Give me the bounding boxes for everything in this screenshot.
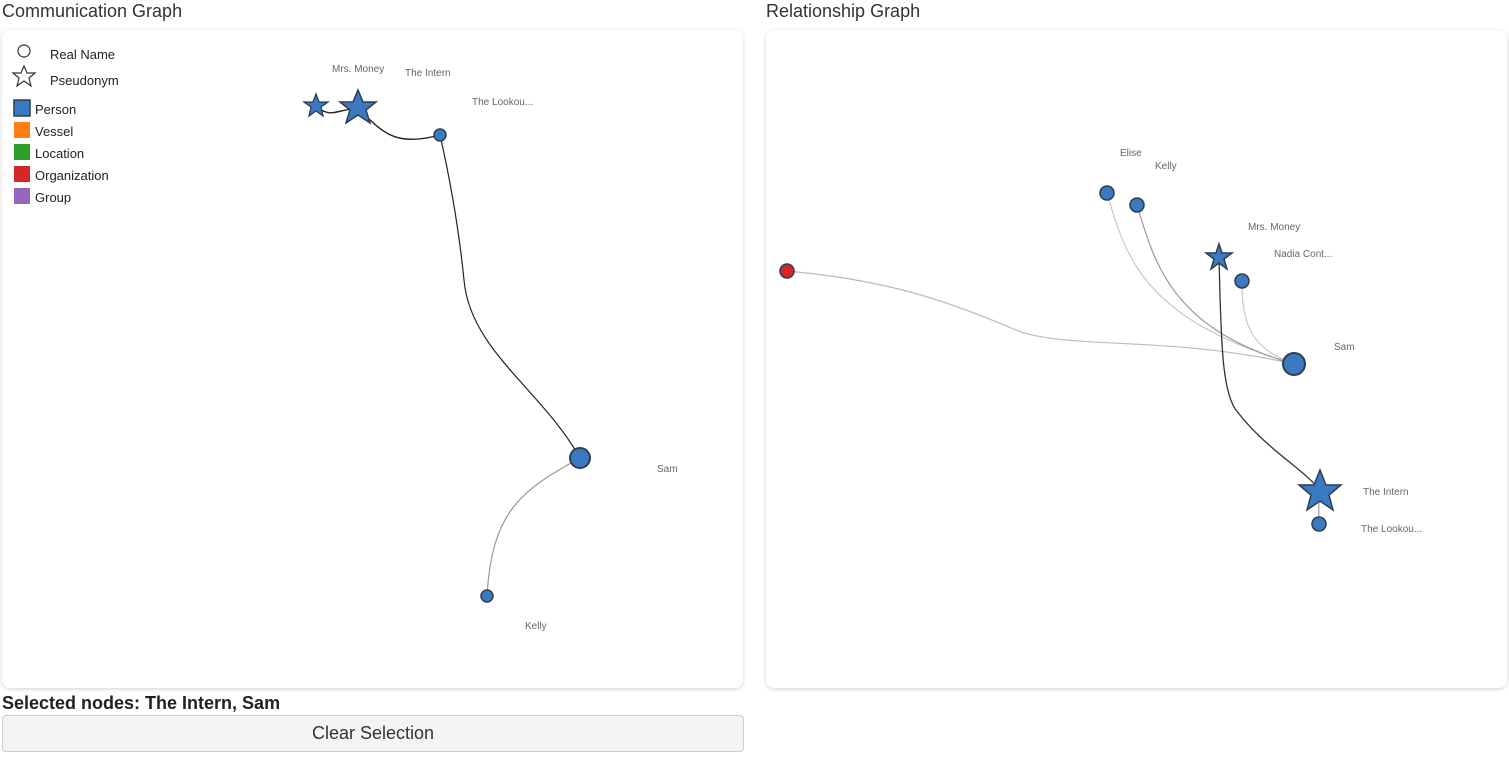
- node-organization[interactable]: [779, 263, 795, 279]
- group-swatch: [14, 188, 30, 204]
- node-mrs-money[interactable]: [301, 92, 331, 118]
- organization-swatch: [14, 166, 30, 182]
- label-kelly: Kelly: [1155, 161, 1177, 172]
- node-the-lookout[interactable]: [433, 128, 447, 142]
- person-swatch: [13, 99, 31, 117]
- edge-lookout-sam: [439, 134, 581, 459]
- legend-real-name: Real Name: [50, 47, 115, 62]
- edge-org-sam: [786, 270, 1295, 365]
- edge-elise-sam: [1106, 192, 1295, 365]
- communication-graph-panel[interactable]: Real Name Pseudonym Person Vessel Locati…: [2, 30, 743, 688]
- label-sam: Sam: [657, 464, 678, 475]
- node-nadia[interactable]: [1234, 273, 1250, 289]
- communication-graph-title: Communication Graph: [2, 1, 183, 21]
- relationship-graph-title: Relationship Graph: [766, 1, 921, 21]
- label-the-lookout: The Lookou...: [472, 97, 533, 108]
- edge-sam-kelly: [486, 457, 581, 597]
- node-sam[interactable]: [1282, 352, 1306, 376]
- label-the-lookout: The Lookou...: [1361, 524, 1422, 535]
- label-kelly: Kelly: [525, 621, 547, 632]
- node-the-lookout[interactable]: [1311, 516, 1327, 532]
- legend-location: Location: [35, 146, 84, 161]
- relationship-graph-canvas[interactable]: Elise Kelly Mrs. Money Nadia Cont... Sam…: [766, 30, 1507, 688]
- vessel-swatch: [14, 122, 30, 138]
- legend-vessel: Vessel: [35, 124, 73, 139]
- communication-graph-canvas[interactable]: Real Name Pseudonym Person Vessel Locati…: [2, 30, 743, 688]
- label-mrs-money: Mrs. Money: [1248, 222, 1300, 233]
- label-the-intern: The Intern: [1363, 487, 1409, 498]
- node-the-intern[interactable]: [337, 88, 379, 125]
- star-icon: [11, 64, 37, 88]
- relationship-graph-panel[interactable]: Elise Kelly Mrs. Money Nadia Cont... Sam…: [766, 30, 1507, 688]
- location-swatch: [14, 144, 30, 160]
- selected-nodes-text: Selected nodes: The Intern, Sam: [2, 693, 281, 713]
- legend-organization: Organization: [35, 168, 109, 183]
- label-the-intern: The Intern: [405, 68, 451, 79]
- edge-nadia-sam: [1241, 280, 1295, 365]
- node-kelly[interactable]: [1129, 197, 1145, 213]
- label-mrs-money: Mrs. Money: [332, 64, 384, 75]
- label-sam: Sam: [1334, 342, 1355, 353]
- node-kelly[interactable]: [480, 589, 494, 603]
- edge-intern-lookout: [357, 108, 441, 140]
- edge-mrsmoney-intern: [1218, 257, 1321, 492]
- node-elise[interactable]: [1099, 185, 1115, 201]
- node-sam[interactable]: [569, 447, 591, 469]
- label-elise: Elise: [1120, 148, 1142, 159]
- legend-group: Group: [35, 190, 71, 205]
- circle-icon: [17, 44, 31, 58]
- legend: Real Name Pseudonym Person Vessel Locati…: [11, 44, 119, 205]
- legend-person: Person: [35, 102, 76, 117]
- clear-selection-button[interactable]: Clear Selection: [2, 715, 744, 752]
- legend-pseudonym: Pseudonym: [50, 73, 119, 88]
- label-nadia: Nadia Cont...: [1274, 249, 1332, 260]
